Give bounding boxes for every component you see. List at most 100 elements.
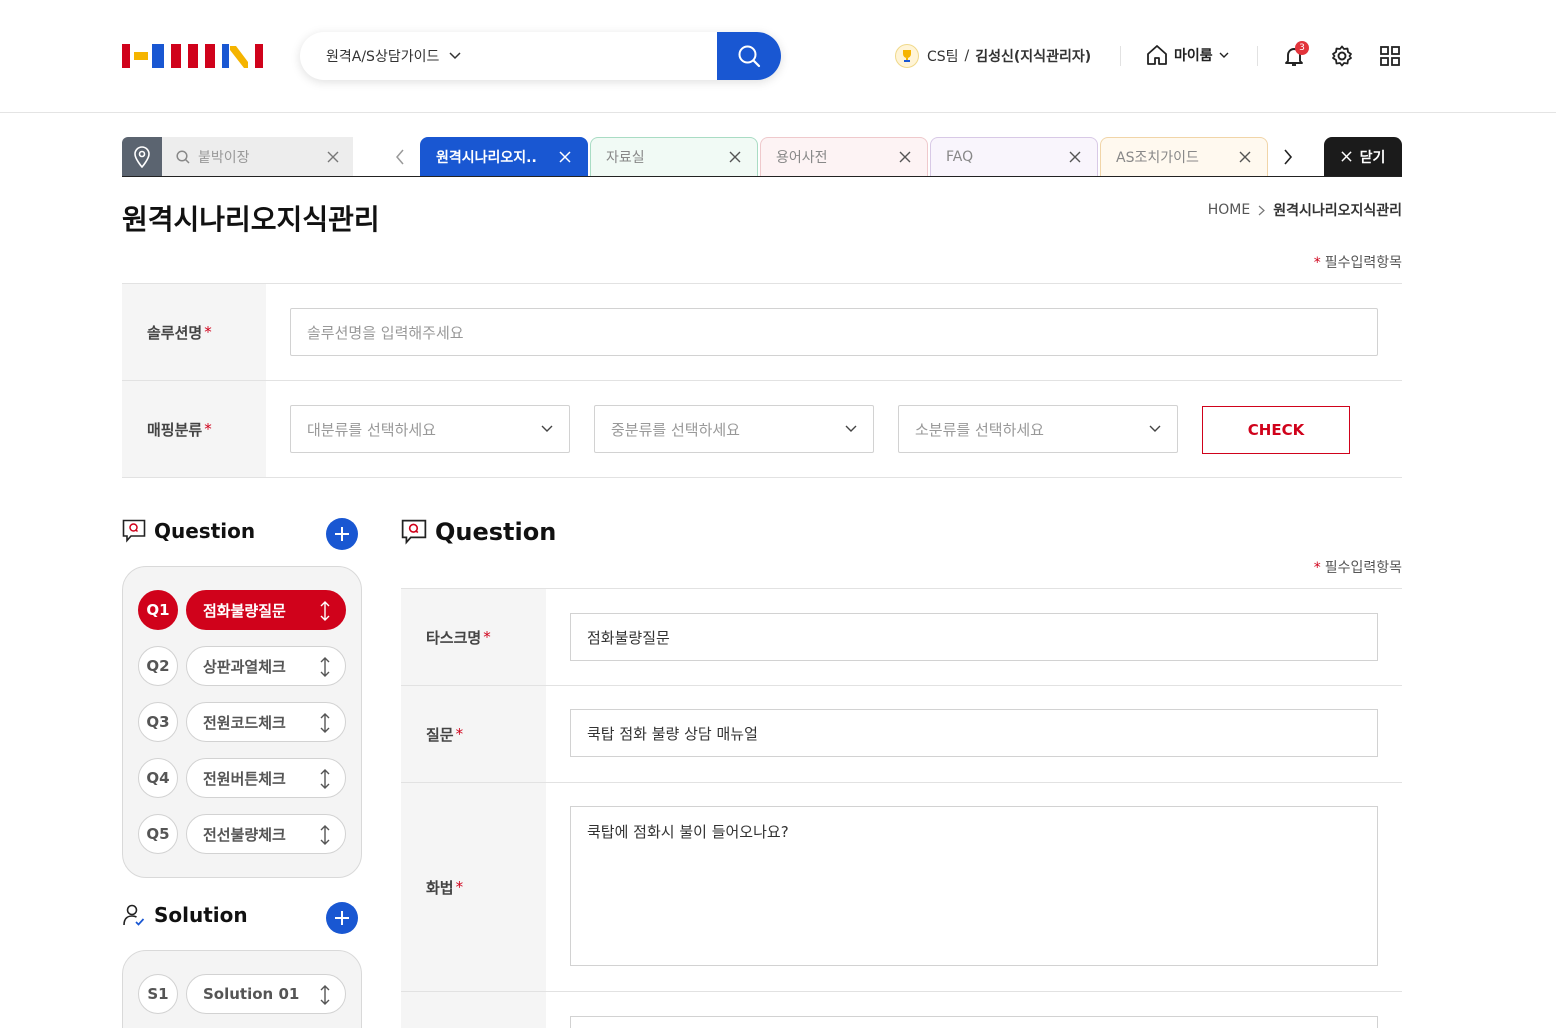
solution-number: S1 [138, 974, 178, 1014]
chevron-down-icon [1219, 52, 1229, 58]
solution-item-label[interactable]: Solution 01 [186, 974, 346, 1014]
next-row-input[interactable] [570, 1016, 1378, 1028]
close-icon[interactable] [1237, 149, 1253, 165]
question-item-q5[interactable]: Q5 전선불량체크 [138, 814, 348, 854]
question-item-label[interactable]: 상판과열체크 [186, 646, 346, 686]
question-number: Q5 [138, 814, 178, 854]
tab-bar: 붙박이장 원격시나리오지.. 자료실 용어사전 FAQ AS조치가이드 닫기 [122, 137, 1402, 177]
pin-search-input[interactable]: 붙박이장 [162, 137, 353, 176]
question-item-label[interactable]: 전원코드체크 [186, 702, 346, 742]
global-search: 원격A/S상담가이드 [300, 32, 781, 80]
settings-button[interactable] [1330, 44, 1354, 68]
task-name-input[interactable]: 점화불량질문 [570, 613, 1378, 661]
pin-button[interactable] [122, 137, 162, 176]
question-number: Q1 [138, 590, 178, 630]
solution-list: S1 Solution 01 [122, 950, 362, 1028]
breadcrumb: HOME 원격시나리오지식관리 [1208, 200, 1402, 220]
grid-icon [1380, 46, 1400, 66]
solution-name-input[interactable]: 솔루션명을 입력해주세요 [290, 308, 1378, 356]
drag-icon[interactable] [317, 769, 333, 789]
logo[interactable] [122, 44, 263, 68]
plus-icon [335, 911, 349, 925]
close-icon[interactable] [1067, 149, 1083, 165]
task-name-row: 타스크명 * 점화불량질문 [401, 588, 1402, 686]
add-solution-button[interactable] [326, 902, 358, 934]
notification-count-badge: 3 [1295, 41, 1309, 55]
question-item-q4[interactable]: Q4 전원버튼체크 [138, 758, 348, 798]
top-header: 원격A/S상담가이드 CS팀 / 김성신(지식관리자) 마이룸 3 [0, 0, 1556, 113]
script-textarea[interactable]: 쿡탑에 점화시 불이 들어오나요? [570, 806, 1378, 966]
close-icon[interactable] [327, 151, 339, 163]
question-row: 질문 * 쿡탑 점화 불량 상담 매뉴얼 [401, 686, 1402, 783]
required-note: * 필수입력항목 [1313, 255, 1402, 271]
question-item-q2[interactable]: Q2 상판과열체크 [138, 646, 348, 686]
drag-icon[interactable] [317, 657, 333, 677]
chevron-left-icon [396, 149, 404, 165]
drag-icon[interactable] [317, 825, 333, 845]
major-category-select[interactable]: 대분류를 선택하세요 [290, 405, 570, 453]
tab-glossary[interactable]: 용어사전 [760, 137, 928, 176]
plus-icon [335, 527, 349, 541]
tab-label: 원격시나리오지.. [436, 150, 537, 166]
middle-category-select[interactable]: 중분류를 선택하세요 [594, 405, 874, 453]
next-row [401, 992, 1402, 1028]
close-all-tabs-button[interactable]: 닫기 [1324, 137, 1402, 176]
question-list-title: Question [154, 519, 256, 543]
user-info[interactable]: CS팀 / 김성신(지식관리자) [895, 44, 1091, 68]
divider [1257, 46, 1258, 66]
drag-icon[interactable] [317, 985, 333, 1005]
chevron-down-icon [449, 52, 461, 60]
tab-faq[interactable]: FAQ [930, 137, 1098, 176]
question-input[interactable]: 쿡탑 점화 불량 상담 매뉴얼 [570, 709, 1378, 757]
solution-list-header: Solution [122, 903, 248, 927]
mapping-label: 매핑분류 * [122, 381, 266, 477]
check-button[interactable]: CHECK [1202, 406, 1350, 454]
solution-name-row: 솔루션명 * 솔루션명을 입력해주세요 [122, 283, 1402, 381]
breadcrumb-home[interactable]: HOME [1208, 202, 1250, 218]
apps-button[interactable] [1378, 44, 1402, 68]
minor-category-select[interactable]: 소분류를 선택하세요 [898, 405, 1178, 453]
search-category-select[interactable]: 원격A/S상담가이드 [326, 46, 461, 66]
notification-button[interactable]: 3 [1282, 41, 1309, 68]
mapping-row: 매핑분류 * 대분류를 선택하세요 중분류를 선택하세요 소분류를 선택하세요 C… [122, 381, 1402, 478]
tab-library[interactable]: 자료실 [590, 137, 758, 176]
tab-label: 용어사전 [776, 150, 828, 166]
close-icon[interactable] [897, 149, 913, 165]
search-category-label: 원격A/S상담가이드 [326, 49, 440, 65]
close-icon[interactable] [557, 149, 573, 165]
question-number: Q3 [138, 702, 178, 742]
question-label: 질문 * [401, 686, 546, 782]
question-detail-header: Question [401, 518, 556, 546]
tab-prev-button[interactable] [388, 145, 412, 169]
tab-scenario[interactable]: 원격시나리오지.. [420, 137, 588, 176]
myroom-menu[interactable]: 마이룸 [1146, 44, 1229, 66]
user-team: CS팀 [927, 49, 959, 65]
tab-label: FAQ [946, 149, 974, 165]
pin-search-placeholder: 붙박이장 [198, 149, 250, 166]
add-question-button[interactable] [326, 518, 358, 550]
question-item-label[interactable]: 전원버튼체크 [186, 758, 346, 798]
tab-label: AS조치가이드 [1116, 150, 1199, 166]
question-item-q3[interactable]: Q3 전원코드체크 [138, 702, 348, 742]
page-title: 원격시나리오지식관리 [122, 203, 380, 236]
question-number: Q2 [138, 646, 178, 686]
search-icon [176, 149, 190, 164]
search-button[interactable] [717, 32, 781, 80]
chevron-down-icon [845, 425, 857, 432]
pin-icon [134, 145, 150, 168]
trophy-icon [895, 44, 919, 68]
question-detail-title: Question [435, 518, 557, 546]
script-label: 화법 * [401, 783, 546, 991]
chevron-down-icon [541, 425, 553, 432]
tab-next-button[interactable] [1276, 145, 1300, 169]
close-icon[interactable] [727, 149, 743, 165]
question-number: Q4 [138, 758, 178, 798]
task-name-label: 타스크명 * [401, 589, 546, 685]
question-item-label[interactable]: 전선불량체크 [186, 814, 346, 854]
drag-icon[interactable] [317, 713, 333, 733]
drag-icon[interactable] [317, 601, 333, 621]
question-item-q1[interactable]: Q1 점화불량질문 [138, 590, 348, 630]
question-item-label[interactable]: 점화불량질문 [186, 590, 346, 630]
tab-as-guide[interactable]: AS조치가이드 [1100, 137, 1268, 176]
solution-item-s1[interactable]: S1 Solution 01 [138, 974, 348, 1014]
